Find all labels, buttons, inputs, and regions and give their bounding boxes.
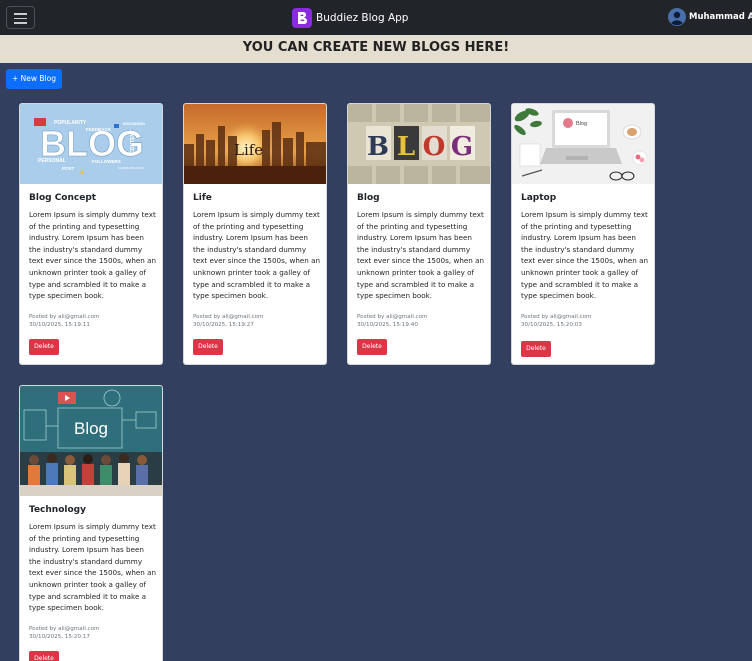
life-sunset-image: Life [184,104,326,184]
brand-link[interactable]: Buddiez Blog App [292,7,408,28]
image-text: Blog [74,419,108,438]
blog-letters-image: B L O G [348,104,490,184]
delete-button[interactable]: Delete [29,339,59,355]
posted-at: 30/10/2025, 15:19:40 [357,322,418,328]
user-name: Muhammad Ali [689,12,752,22]
blog-card: B L O G Blog Lorem Ipsum is simply dummy… [347,103,491,365]
card-title: Blog Concept [29,193,97,203]
new-blog-button[interactable]: + New Blog [6,69,62,89]
delete-button[interactable]: Delete [29,651,59,661]
posted-by: Posted by ali@gmail.com [521,314,592,320]
image-text: B [367,132,389,162]
menu-toggle-button[interactable] [6,6,35,29]
image-text: COMMUNICATION [118,166,144,170]
card-meta: Posted by ali@gmail.com 30/10/2025, 15:1… [193,313,321,329]
image-text: PERSONAL [38,158,66,164]
laptop-desk-image: Blog [512,104,654,184]
posted-at: 30/10/2025, 15:20:17 [29,634,90,640]
card-title: Blog [357,193,380,203]
hamburger-bar [14,17,27,19]
posted-by: Posted by ali@gmail.com [357,314,428,320]
user-menu[interactable]: Muhammad Ali [668,7,752,27]
card-body: Lorem Ipsum is simply dummy text of the … [193,210,321,301]
image-text: FEEDBACK [86,127,112,132]
card-body: Lorem Ipsum is simply dummy text of the … [29,210,157,301]
image-text: POPULARITY [54,120,87,126]
brand-name: Buddiez Blog App [316,11,409,24]
blog-concept-image: BLOG POPULARITY FEEDBACK DISCUSSION PERS… [20,104,162,184]
card-title: Life [193,193,212,203]
card-meta: Posted by ali@gmail.com 30/10/2025, 15:1… [357,313,485,329]
posted-by: Posted by ali@gmail.com [29,626,100,632]
blog-card: BLOG POPULARITY FEEDBACK DISCUSSION PERS… [19,103,163,365]
page-title: YOU CAN CREATE NEW BLOGS HERE! [242,40,510,55]
image-text: L [397,132,415,162]
delete-button[interactable]: Delete [357,339,387,355]
posted-by: Posted by ali@gmail.com [193,314,264,320]
image-text: Life [234,141,263,159]
image-text: POST [62,166,75,171]
image-text: FOLLOWERS [92,159,121,164]
card-body: Lorem Ipsum is simply dummy text of the … [521,210,649,301]
card-title: Laptop [521,193,557,203]
card-title: Technology [29,505,86,515]
navbar: Buddiez Blog App Muhammad Ali [0,0,752,35]
image-text: DISCUSSION [123,122,145,126]
image-text: G [451,132,473,162]
card-meta: Posted by ali@gmail.com 30/10/2025, 15:1… [29,313,157,329]
posted-at: 30/10/2025, 15:19:27 [193,322,254,328]
card-meta: Posted by ali@gmail.com 30/10/2025, 15:2… [521,313,649,329]
card-body: Lorem Ipsum is simply dummy text of the … [357,210,485,301]
blog-card: Life Life Lorem Ipsum is simply dummy te… [183,103,327,365]
blog-card: Blog Technology Lorem Ipsum is simply du… [19,385,163,661]
blog-card: Blog Laptop Lorem Ipsum is simply dummy … [511,103,655,365]
posted-at: 30/10/2025, 15:20:03 [521,322,582,328]
image-text: CONTENT [130,130,136,154]
posted-at: 30/10/2025, 15:19:11 [29,322,90,328]
image-text: Blog [576,121,587,127]
hamburger-menu-icon [14,13,27,15]
delete-button[interactable]: Delete [521,341,551,357]
card-meta: Posted by ali@gmail.com 30/10/2025, 15:2… [29,625,157,641]
card-body: Lorem Ipsum is simply dummy text of the … [29,522,157,613]
page-banner: YOU CAN CREATE NEW BLOGS HERE! [0,35,752,63]
posted-by: Posted by ali@gmail.com [29,314,100,320]
technology-image: Blog [20,386,162,496]
blogger-logo-icon [292,7,312,28]
hamburger-bar [14,22,27,24]
image-text: O [423,132,446,162]
delete-button[interactable]: Delete [193,339,223,355]
user-avatar-icon [668,8,686,26]
